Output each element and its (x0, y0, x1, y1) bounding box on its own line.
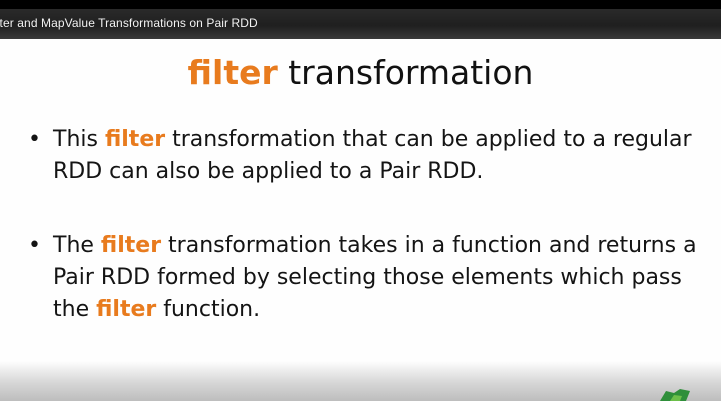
bullet-text-2: The filter transformation takes in a fun… (53, 230, 703, 326)
bullet-1-keyword: filter (104, 127, 166, 152)
bullet-2-text-post: transformation takes in a function and r… (161, 233, 697, 258)
bullet-1-line-1: This filter transformation that can be a… (53, 124, 703, 156)
slide-bottom-fade (0, 361, 721, 401)
bullet-2-line-3-keyword: filter (96, 297, 157, 322)
green-logo-icon (660, 389, 690, 401)
slide: filter transformation • This filter tran… (0, 39, 721, 401)
video-frame: ilter and MapValue Transformations on Pa… (0, 0, 721, 401)
slide-heading: filter transformation (0, 53, 721, 92)
bullet-marker: • (28, 233, 41, 258)
top-black-strip (0, 0, 721, 9)
bullet-2-line-2: Pair RDD formed by selecting those eleme… (53, 265, 682, 290)
bullet-2-line-3: the filter function. (53, 294, 703, 326)
bullet-1-text-pre: This (53, 127, 105, 152)
bullet-text-1: This filter transformation that can be a… (53, 124, 703, 188)
bullet-2-line-1: The filter transformation takes in a fun… (53, 230, 703, 262)
video-title-bar[interactable]: ilter and MapValue Transformations on Pa… (0, 9, 721, 39)
bullet-marker: • (28, 127, 41, 152)
bullet-1-line-2: RDD can also be applied to a Pair RDD. (53, 159, 484, 184)
heading-rest: transformation (277, 53, 534, 92)
heading-keyword: filter (187, 53, 278, 92)
video-title[interactable]: ilter and MapValue Transformations on Pa… (0, 16, 258, 30)
bullet-2-line-3-pre: the (53, 297, 97, 322)
bullet-1-text-post: transformation that can be applied to a … (165, 127, 692, 152)
bullet-2-line-3-post: function. (156, 297, 261, 322)
bullet-2-keyword: filter (100, 233, 162, 258)
bullet-2-text-pre: The (53, 233, 101, 258)
